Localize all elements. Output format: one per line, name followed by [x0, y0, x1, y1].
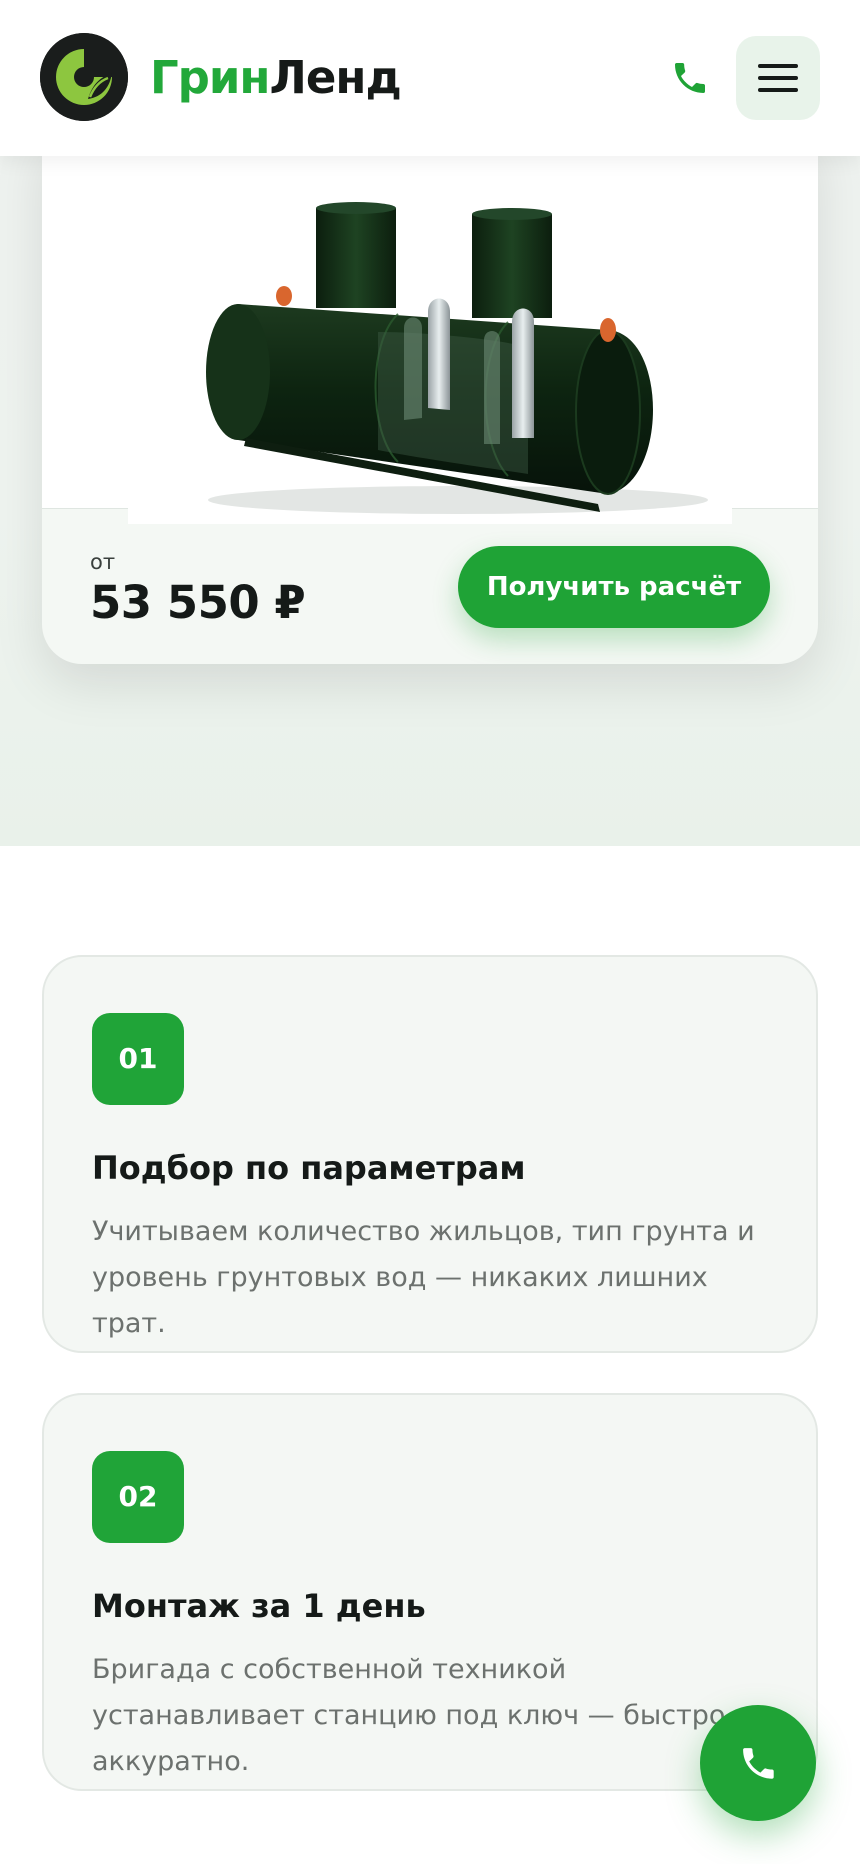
floating-call-button[interactable]	[700, 1705, 816, 1821]
feature-title: Подбор по параметрам	[92, 1149, 526, 1187]
brand-name-part2: Ленд	[269, 51, 402, 104]
septic-tank-image	[128, 182, 732, 524]
feature-description: Бригада с собственной техникой устанавли…	[92, 1654, 752, 1777]
logo-icon[interactable]	[40, 33, 128, 121]
site-header: ГринЛенд	[0, 0, 860, 156]
price-value: 53 550 ₽	[90, 576, 306, 629]
product-card: от 53 550 ₽ Получить расчёт	[42, 130, 818, 664]
feature-description: Учитываем количество жильцов, тип грунта…	[92, 1216, 755, 1339]
price-prefix: от	[90, 550, 116, 574]
hamburger-line	[758, 88, 798, 92]
brand-name[interactable]: ГринЛенд	[150, 48, 402, 108]
hamburger-line	[758, 76, 798, 80]
feature-card: 01 Подбор по параметрам Учитываем количе…	[42, 955, 818, 1353]
feature-number-badge: 01	[92, 1013, 184, 1105]
product-image-area	[42, 130, 818, 524]
feature-title: Монтаж за 1 день	[92, 1587, 426, 1625]
header-phone-icon[interactable]	[670, 58, 710, 98]
feature-number-badge: 02	[92, 1451, 184, 1543]
phone-icon	[743, 1748, 774, 1779]
get-estimate-button[interactable]: Получить расчёт	[458, 546, 770, 628]
hamburger-line	[758, 64, 798, 68]
menu-button[interactable]	[736, 36, 820, 120]
brand-name-part1: Грин	[150, 51, 271, 104]
